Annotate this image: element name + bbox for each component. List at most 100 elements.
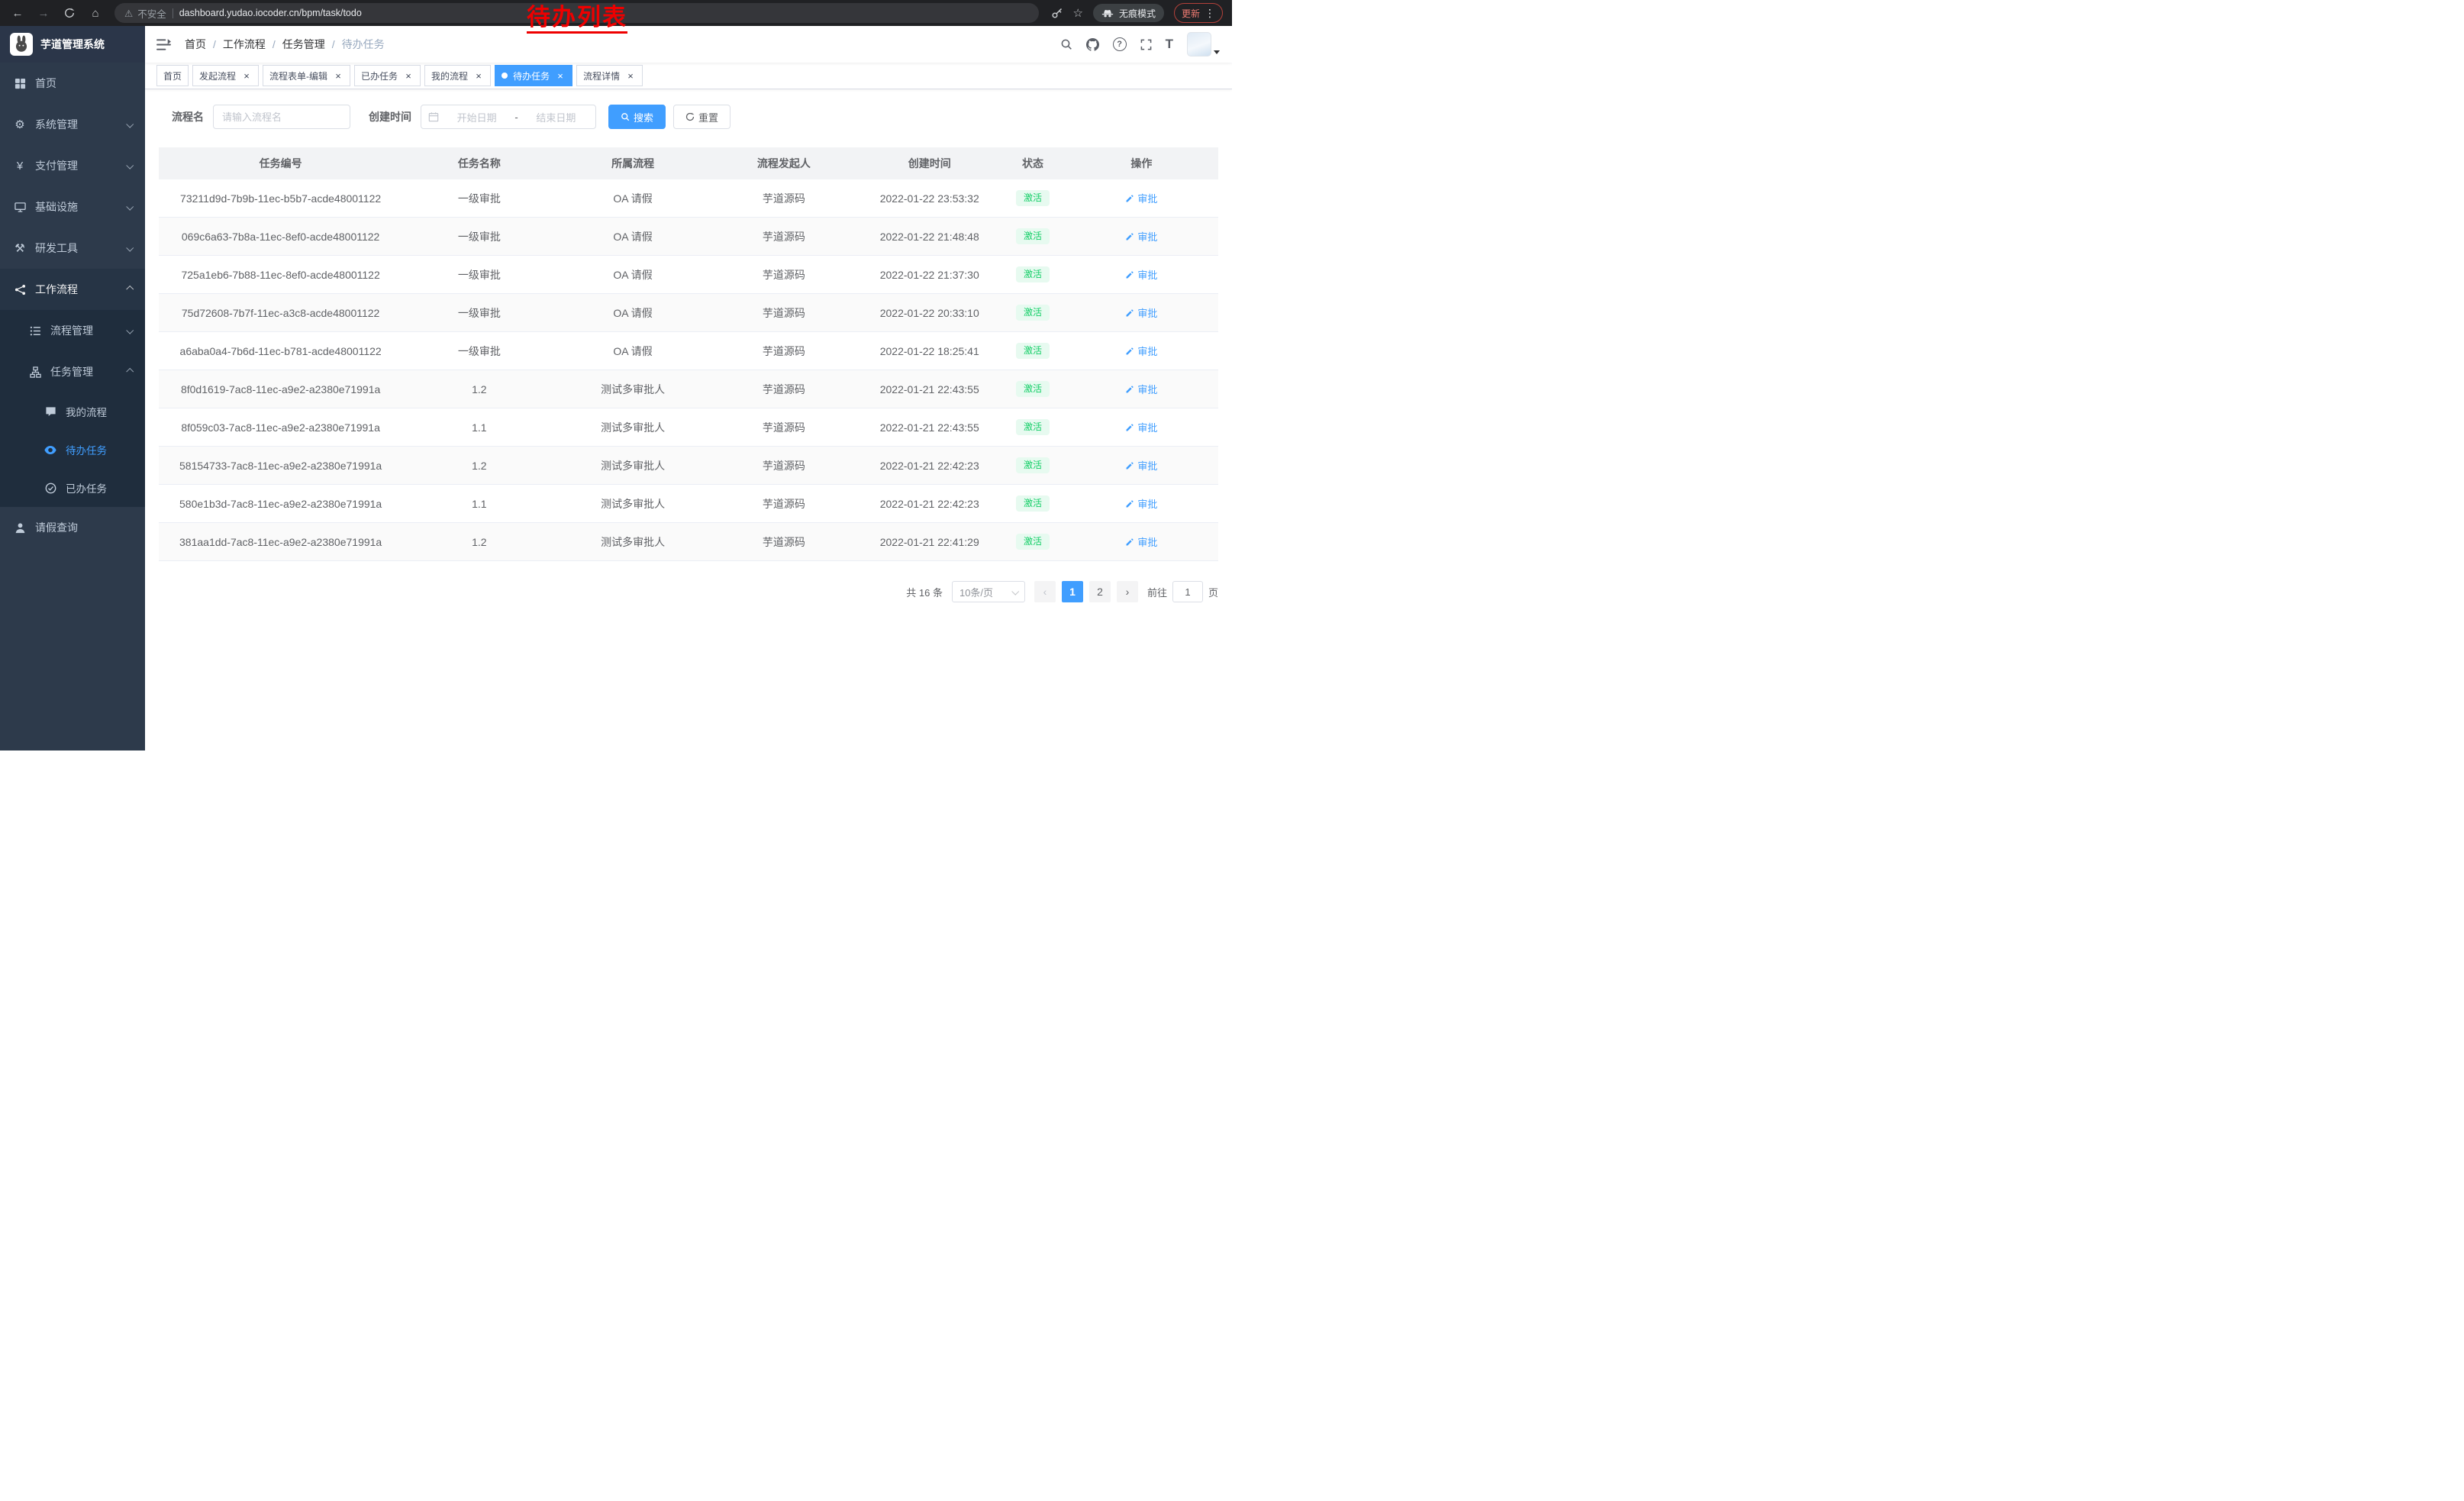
address-bar[interactable]: ⚠ 不安全 dashboard.yudao.iocoder.cn/bpm/tas… bbox=[114, 3, 1039, 23]
created-time: 2022-01-21 22:41:29 bbox=[880, 536, 979, 548]
security-label[interactable]: 不安全 bbox=[137, 6, 166, 21]
close-icon[interactable]: × bbox=[333, 70, 343, 81]
sidebar-item-my-processes[interactable]: 我的流程 bbox=[0, 392, 145, 431]
home-icon[interactable]: ⌂ bbox=[87, 5, 104, 21]
approve-button[interactable]: 审批 bbox=[1125, 420, 1157, 434]
approve-button[interactable]: 审批 bbox=[1125, 344, 1157, 358]
sidebar-toggle-icon[interactable] bbox=[156, 37, 173, 52]
tab-todo-tasks[interactable]: 待办任务 × bbox=[495, 65, 572, 86]
search-button[interactable]: 搜索 bbox=[608, 105, 666, 129]
github-icon[interactable] bbox=[1086, 38, 1099, 51]
forward-icon[interactable]: → bbox=[35, 5, 52, 21]
reset-button[interactable]: 重置 bbox=[673, 105, 730, 129]
approve-button[interactable]: 审批 bbox=[1125, 496, 1157, 511]
status-badge: 激活 bbox=[1016, 266, 1050, 283]
sidebar-item-process-management[interactable]: 流程管理 bbox=[0, 310, 145, 351]
cell-process: 测试多审批人 bbox=[556, 485, 709, 523]
breadcrumb-home[interactable]: 首页 bbox=[185, 37, 206, 52]
sidebar-item-label: 任务管理 bbox=[50, 364, 93, 379]
end-date-input[interactable]: 结束日期 bbox=[524, 110, 589, 124]
tab-my-processes[interactable]: 我的流程 × bbox=[424, 65, 491, 86]
approve-button[interactable]: 审批 bbox=[1125, 534, 1157, 549]
page-button-1[interactable]: 1 bbox=[1062, 581, 1083, 602]
tab-done-tasks[interactable]: 已办任务 × bbox=[354, 65, 421, 86]
edit-icon bbox=[1125, 461, 1134, 470]
cell-task-name: 1.2 bbox=[402, 447, 556, 485]
cell-process: OA 请假 bbox=[556, 179, 709, 218]
process-name-input[interactable] bbox=[213, 105, 350, 129]
created-time: 2022-01-22 21:37:30 bbox=[880, 269, 979, 281]
approve-button[interactable]: 审批 bbox=[1125, 267, 1157, 282]
approve-button[interactable]: 审批 bbox=[1125, 458, 1157, 473]
tab-start-process[interactable]: 发起流程 × bbox=[192, 65, 259, 86]
breadcrumb-separator: / bbox=[213, 38, 216, 50]
cell-created: 2022-01-22 23:53:32 bbox=[858, 179, 1001, 218]
fullscreen-icon[interactable] bbox=[1140, 39, 1152, 50]
next-page-button[interactable]: › bbox=[1117, 581, 1138, 602]
help-icon[interactable]: ? bbox=[1113, 37, 1127, 51]
sidebar-item-label: 流程管理 bbox=[50, 323, 93, 338]
back-icon[interactable]: ← bbox=[9, 5, 26, 21]
goto-page-input[interactable] bbox=[1172, 581, 1203, 602]
sidebar-item-label: 工作流程 bbox=[35, 282, 78, 297]
column-header-task-name: 任务名称 bbox=[402, 147, 556, 179]
date-range-separator: - bbox=[514, 111, 518, 123]
active-dot bbox=[502, 73, 508, 79]
breadcrumb-task-management[interactable]: 任务管理 bbox=[282, 37, 325, 52]
approve-button[interactable]: 审批 bbox=[1125, 191, 1157, 205]
breadcrumb-workflow[interactable]: 工作流程 bbox=[223, 37, 266, 52]
task-name: 1.2 bbox=[472, 460, 486, 472]
sidebar-item-workflow[interactable]: 工作流程 bbox=[0, 269, 145, 310]
close-icon[interactable]: × bbox=[625, 70, 636, 81]
approve-button[interactable]: 审批 bbox=[1125, 382, 1157, 396]
cell-task-name: 1.2 bbox=[402, 370, 556, 408]
approve-button-label: 审批 bbox=[1137, 382, 1157, 396]
update-button[interactable]: 更新 ⋮ bbox=[1174, 3, 1223, 23]
star-icon[interactable]: ☆ bbox=[1073, 6, 1083, 20]
close-icon[interactable]: × bbox=[473, 70, 484, 81]
process-name: OA 请假 bbox=[613, 307, 652, 319]
tab-process-form-edit[interactable]: 流程表单-编辑 × bbox=[263, 65, 350, 86]
sidebar-item-payment[interactable]: ¥ 支付管理 bbox=[0, 145, 145, 186]
font-size-icon[interactable]: T bbox=[1166, 37, 1173, 52]
approve-button[interactable]: 审批 bbox=[1125, 305, 1157, 320]
search-icon[interactable] bbox=[1060, 38, 1072, 50]
cell-task-name: 1.1 bbox=[402, 408, 556, 447]
edit-icon bbox=[1125, 423, 1134, 432]
sidebar-item-leave-query[interactable]: 请假查询 bbox=[0, 507, 145, 548]
sidebar-item-home[interactable]: 首页 bbox=[0, 63, 145, 104]
close-icon[interactable]: × bbox=[555, 70, 566, 81]
close-icon[interactable]: × bbox=[403, 70, 414, 81]
person-icon bbox=[13, 522, 27, 534]
sidebar-item-dev-tools[interactable]: ⚒ 研发工具 bbox=[0, 228, 145, 269]
sidebar-item-task-management[interactable]: 任务管理 bbox=[0, 351, 145, 392]
close-icon[interactable]: × bbox=[241, 70, 252, 81]
cell-task-name: 一级审批 bbox=[402, 218, 556, 256]
key-icon[interactable] bbox=[1051, 7, 1063, 19]
sidebar-item-todo-tasks[interactable]: 待办任务 bbox=[0, 431, 145, 469]
tab-home[interactable]: 首页 bbox=[156, 65, 189, 86]
avatar[interactable] bbox=[1187, 32, 1211, 56]
dashboard-icon bbox=[13, 78, 27, 89]
cell-task-name: 一级审批 bbox=[402, 332, 556, 370]
page-size-select[interactable]: 10条/页 bbox=[952, 581, 1025, 602]
app-logo bbox=[10, 33, 33, 56]
kebab-menu-icon[interactable]: ⋮ bbox=[1205, 7, 1215, 20]
user-menu[interactable] bbox=[1187, 32, 1211, 56]
sidebar-item-infrastructure[interactable]: 基础设施 bbox=[0, 186, 145, 228]
start-date-input[interactable]: 开始日期 bbox=[444, 110, 509, 124]
search-button-label: 搜索 bbox=[634, 110, 653, 124]
status-badge: 激活 bbox=[1016, 534, 1050, 550]
refresh-icon[interactable] bbox=[61, 5, 78, 21]
date-range-picker[interactable]: 开始日期 - 结束日期 bbox=[421, 105, 596, 129]
page-button-2[interactable]: 2 bbox=[1089, 581, 1111, 602]
tab-label: 流程表单-编辑 bbox=[269, 69, 327, 82]
created-time: 2022-01-22 21:48:48 bbox=[880, 231, 979, 243]
sidebar-item-system[interactable]: ⚙ 系统管理 bbox=[0, 104, 145, 145]
prev-page-button[interactable]: ‹ bbox=[1034, 581, 1056, 602]
tab-process-detail[interactable]: 流程详情 × bbox=[576, 65, 643, 86]
approve-button[interactable]: 审批 bbox=[1125, 229, 1157, 244]
cell-task-name: 一级审批 bbox=[402, 179, 556, 218]
app-logo-row[interactable]: 芋道管理系统 bbox=[0, 26, 145, 63]
sidebar-item-done-tasks[interactable]: 已办任务 bbox=[0, 469, 145, 507]
